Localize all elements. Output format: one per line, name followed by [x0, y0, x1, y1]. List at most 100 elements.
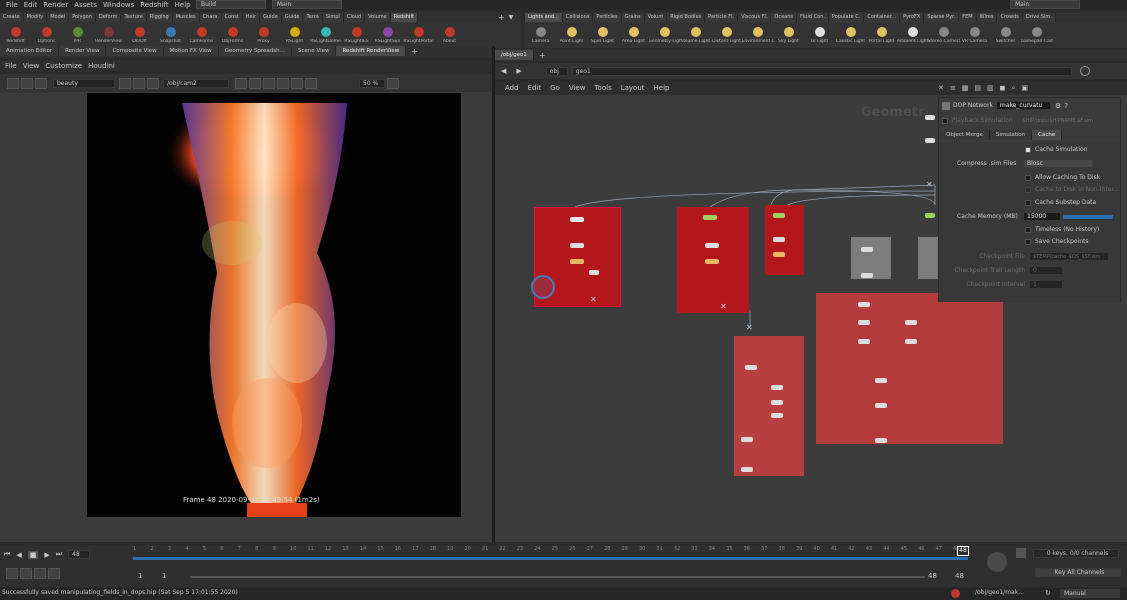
shelf-right-tool-12[interactable]: Ambient Light — [897, 22, 928, 48]
shelf-right-tab-6[interactable]: Particle Fl. — [705, 12, 739, 22]
cache-substep-checkbox[interactable] — [1025, 199, 1031, 206]
path-obj[interactable]: obj — [545, 66, 568, 76]
timeless-checkbox[interactable] — [1025, 226, 1031, 233]
node[interactable] — [861, 247, 873, 252]
left-pane-tab-3[interactable]: Motion FX View — [163, 46, 219, 56]
shelf-right-tool-5[interactable]: Volume Light — [680, 22, 711, 48]
expand-icon[interactable]: ▣ — [1021, 84, 1028, 92]
shelf-right-tool-15[interactable]: Switcher — [990, 22, 1021, 48]
play-icon[interactable]: ▶ — [44, 551, 49, 559]
motion-icon[interactable] — [20, 568, 32, 579]
menu-help[interactable]: Help — [175, 1, 191, 9]
cache-mem-slider[interactable] — [1063, 214, 1113, 219]
gamma-button[interactable] — [305, 77, 317, 89]
menu-redshift[interactable]: Redshift — [140, 1, 168, 9]
back-arrow-icon[interactable]: ◀ — [501, 67, 506, 75]
gear-icon[interactable]: ⚙ — [1055, 102, 1061, 110]
shelf-right-tool-14[interactable]: VR Camera — [959, 22, 990, 48]
net-menu-tools[interactable]: Tools — [594, 84, 611, 92]
update-mode-select[interactable]: Manual — [1060, 589, 1120, 598]
shelf-left-tab-8[interactable]: Chara — [199, 12, 222, 22]
no-entry-icon[interactable] — [951, 589, 960, 598]
node[interactable] — [570, 259, 584, 264]
key-tool-icon[interactable] — [6, 568, 18, 579]
node[interactable] — [858, 302, 870, 307]
shelf-left-tool-9[interactable]: RSLight — [279, 22, 310, 48]
desktop-selector-right[interactable]: Main — [1010, 0, 1080, 9]
shelf-left-tool-6[interactable]: CamForms — [186, 22, 217, 48]
node[interactable] — [773, 237, 785, 242]
jump-end-icon[interactable]: ⏭ — [56, 550, 62, 559]
info-icon[interactable] — [1079, 66, 1090, 76]
node[interactable] — [745, 365, 757, 370]
shelf-left-tool-5[interactable]: Snapshot — [155, 22, 186, 48]
playhead[interactable]: 48 — [957, 546, 969, 556]
compress-select[interactable]: Blosc — [1023, 159, 1093, 168]
range-end-2[interactable]: 48 — [955, 572, 964, 580]
grid-icon[interactable]: ▦ — [962, 84, 969, 92]
shelf-left-tool-8[interactable]: Proxy — [248, 22, 279, 48]
null-node-icon[interactable]: ✕ — [720, 302, 727, 311]
network-box-5[interactable] — [918, 237, 938, 279]
rv-menu-view[interactable]: View — [23, 62, 40, 70]
net-menu-go[interactable]: Go — [550, 84, 560, 92]
shelf-right-tab-12[interactable]: PyroFX — [900, 12, 925, 22]
shelf-right-tab-14[interactable]: FEM — [959, 12, 977, 22]
chk-interval-field[interactable]: 1 — [1029, 280, 1063, 289]
chk-trail-field[interactable]: 0 — [1029, 266, 1063, 275]
rv-menu-customize[interactable]: Customize — [45, 62, 82, 70]
node[interactable] — [771, 385, 783, 390]
cache-sim-checkbox[interactable] — [1025, 146, 1031, 153]
shelf-right-tab-11[interactable]: Container... — [864, 12, 901, 22]
node[interactable] — [861, 273, 873, 278]
tab-cache[interactable]: Cache — [1032, 130, 1063, 140]
shelf-right-tab-8[interactable]: Oceans — [771, 12, 798, 22]
left-pane-tab-2[interactable]: Composite View — [106, 46, 164, 56]
shelf-right-tab-15[interactable]: Wires — [976, 12, 998, 22]
net-menu-edit[interactable]: Edit — [528, 84, 542, 92]
node[interactable] — [875, 378, 887, 383]
shelf-left-tab-15[interactable]: Cloud — [343, 12, 366, 22]
shelf-left-tab-7[interactable]: Muscles — [172, 12, 200, 22]
node[interactable] — [858, 320, 870, 325]
shelf-left-tab-1[interactable]: Modify — [23, 12, 48, 22]
node[interactable] — [705, 243, 719, 248]
layout-icon[interactable]: ▤ — [974, 84, 981, 92]
shelf-left-tab-17[interactable]: Redshift — [390, 12, 419, 22]
shelf-right-tab-4[interactable]: Volum — [644, 12, 668, 22]
allow-caching-checkbox[interactable] — [1025, 174, 1031, 181]
shelf-left-tool-12[interactable]: RSLightSun — [372, 22, 403, 48]
shelf-right-tab-17[interactable]: Drive Sim. — [1022, 12, 1056, 22]
shelf-left-tool-4[interactable]: On/Off — [124, 22, 155, 48]
node[interactable] — [741, 437, 753, 442]
node[interactable] — [858, 339, 870, 344]
node[interactable] — [705, 259, 719, 264]
node[interactable] — [905, 339, 917, 344]
rv-menu-houdini[interactable]: Houdini — [88, 62, 115, 70]
palette-icon[interactable]: ◼ — [1000, 84, 1006, 92]
tree-icon[interactable]: ▥ — [987, 84, 994, 92]
node[interactable] — [875, 438, 887, 443]
shelf-left-tab-9[interactable]: Const — [221, 12, 243, 22]
tab-obj-geo1[interactable]: /obj/geo1 — [495, 50, 534, 60]
shelf-left-tool-7[interactable]: ObjForms — [217, 22, 248, 48]
camera-icon[interactable] — [147, 77, 159, 89]
shelf-left-tool-1[interactable]: Options — [31, 22, 62, 48]
list-icon[interactable]: ≡ — [950, 84, 956, 92]
shelf-right-tool-3[interactable]: Area Light — [618, 22, 649, 48]
wrench-icon[interactable]: ✕ — [938, 84, 944, 92]
range-end[interactable]: 48 — [928, 572, 937, 580]
channel-r-button[interactable] — [235, 77, 247, 89]
shelf-left-tool-0[interactable]: Redshift — [0, 22, 31, 48]
shelf-left-tool-11[interactable]: RSLightIES — [341, 22, 372, 48]
aov-select[interactable]: beauty — [53, 78, 115, 88]
help-icon[interactable]: ? — [1064, 102, 1068, 110]
key-all-channels[interactable]: Key All Channels — [1035, 568, 1121, 577]
region-button[interactable] — [119, 77, 131, 89]
range-start-2[interactable]: 1 — [162, 572, 166, 580]
audio-icon[interactable] — [987, 552, 1007, 572]
rv-menu-file[interactable]: File — [5, 62, 17, 70]
menu-assets[interactable]: Assets — [74, 1, 97, 9]
shelf-right-tab-5[interactable]: Rigid Bodies — [667, 12, 706, 22]
exposure-button[interactable] — [291, 77, 303, 89]
